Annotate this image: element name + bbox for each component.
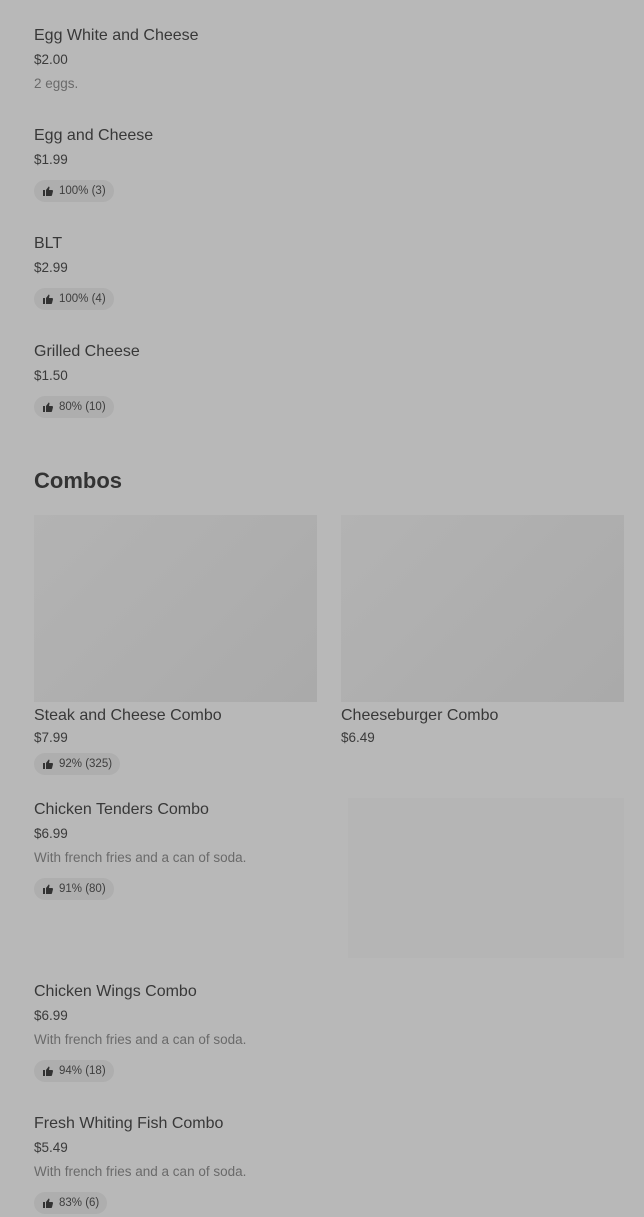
menu-item-chicken-wings-combo[interactable]: Chicken Wings Combo $6.99 With french fr… [34, 982, 246, 1082]
menu-item-egg-and-cheese[interactable]: Egg and Cheese $1.99 100% (3) [34, 126, 153, 202]
item-description: With french fries and a can of soda. [34, 1032, 247, 1047]
thumbs-up-icon [43, 1066, 54, 1076]
item-name: Chicken Tenders Combo [34, 801, 209, 818]
rating-badge: 100% (3) [34, 180, 114, 202]
rating-text: 80% (10) [59, 401, 106, 413]
menu-item-blt[interactable]: BLT $2.99 100% (4) [34, 234, 114, 310]
item-image-placeholder[interactable] [341, 515, 624, 702]
item-price: $1.99 [34, 152, 68, 167]
thumbs-up-icon [43, 186, 54, 196]
menu-item-steak-and-cheese-combo[interactable]: Steak and Cheese Combo $7.99 92% (325) [34, 706, 222, 775]
item-price: $6.49 [341, 730, 375, 745]
section-title-combos: Combos [34, 468, 122, 493]
item-price: $2.00 [34, 52, 68, 67]
menu-item-fresh-whiting-fish-combo[interactable]: Fresh Whiting Fish Combo $5.49 With fren… [34, 1114, 246, 1214]
menu-item-cheeseburger-combo[interactable]: Cheeseburger Combo $6.49 [341, 706, 498, 747]
rating-badge: 94% (18) [34, 1060, 114, 1082]
item-name: Steak and Cheese Combo [34, 707, 222, 724]
item-image-placeholder[interactable] [34, 515, 317, 702]
item-name: Egg and Cheese [34, 127, 154, 144]
menu-item-egg-white-and-cheese[interactable]: Egg White and Cheese $2.00 2 eggs. [34, 26, 199, 93]
thumbs-up-icon [43, 759, 54, 769]
thumbs-up-icon [43, 1198, 54, 1208]
rating-badge: 80% (10) [34, 396, 114, 418]
rating-badge: 91% (80) [34, 878, 114, 900]
item-name: Egg White and Cheese [34, 27, 199, 44]
item-price: $6.99 [34, 826, 68, 841]
rating-text: 83% (6) [59, 1197, 100, 1209]
rating-text: 100% (4) [59, 293, 106, 305]
thumbs-up-icon [43, 294, 54, 304]
rating-text: 92% (325) [59, 758, 113, 770]
menu-item-chicken-tenders-combo[interactable]: Chicken Tenders Combo $6.99 With french … [34, 800, 246, 900]
rating-badge: 92% (325) [34, 753, 121, 775]
rating-badge: 83% (6) [34, 1192, 108, 1214]
item-image-placeholder[interactable] [348, 798, 624, 958]
menu-item-grilled-cheese[interactable]: Grilled Cheese $1.50 80% (10) [34, 342, 140, 418]
item-description: With french fries and a can of soda. [34, 850, 247, 865]
item-name: Fresh Whiting Fish Combo [34, 1115, 224, 1132]
thumbs-up-icon [43, 884, 54, 894]
item-name: Cheeseburger Combo [341, 707, 499, 724]
item-name: Grilled Cheese [34, 343, 140, 360]
item-name: BLT [34, 235, 63, 252]
thumbs-up-icon [43, 402, 54, 412]
rating-text: 94% (18) [59, 1065, 106, 1077]
rating-badge: 100% (4) [34, 288, 114, 310]
item-description: 2 eggs. [34, 76, 79, 91]
item-name: Chicken Wings Combo [34, 983, 197, 1000]
item-description: With french fries and a can of soda. [34, 1164, 247, 1179]
rating-text: 100% (3) [59, 185, 106, 197]
rating-text: 91% (80) [59, 883, 106, 895]
item-price: $5.49 [34, 1140, 68, 1155]
item-price: $7.99 [34, 730, 68, 745]
item-price: $1.50 [34, 368, 68, 383]
item-price: $2.99 [34, 260, 68, 275]
item-price: $6.99 [34, 1008, 68, 1023]
